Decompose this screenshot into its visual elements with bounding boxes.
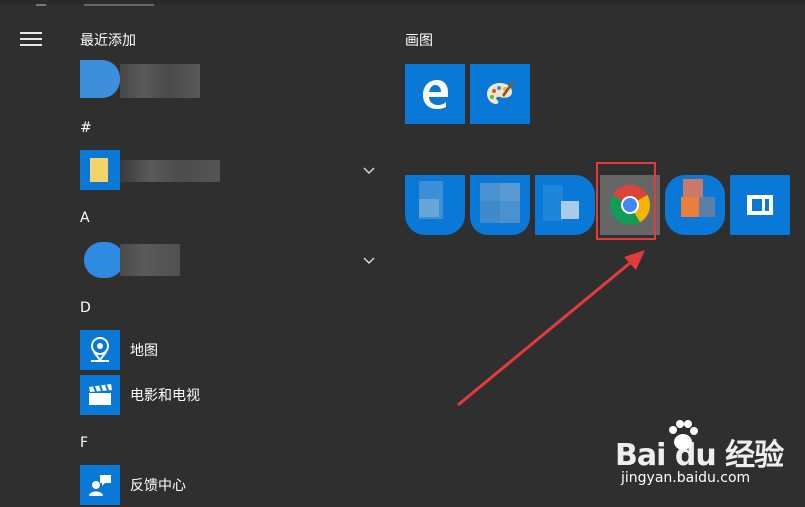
app-label-feedback-hub: 反馈中心 bbox=[130, 478, 186, 494]
top-strip-fragment-2 bbox=[84, 0, 154, 6]
top-strip bbox=[0, 0, 805, 6]
blurred-tile-1[interactable] bbox=[405, 175, 465, 235]
blurred-tile-4[interactable] bbox=[665, 175, 725, 235]
feedback-hub-icon bbox=[80, 465, 120, 505]
app-movies-tv[interactable]: 电影和电视 bbox=[80, 375, 200, 415]
maps-icon bbox=[80, 330, 120, 370]
app-label-movies-tv: 电影和电视 bbox=[130, 388, 200, 404]
watermark-brand: Bai du 经验 bbox=[615, 438, 784, 473]
paw-icon bbox=[669, 420, 698, 450]
recent-app-blurred[interactable] bbox=[80, 60, 200, 98]
window-tile[interactable] bbox=[730, 175, 790, 235]
watermark-url: jingyan.baidu.com bbox=[621, 470, 751, 486]
app-feedback-hub[interactable]: 反馈中心 bbox=[80, 465, 186, 505]
hamburger-menu-icon[interactable] bbox=[20, 32, 42, 48]
group-letter-a[interactable]: A bbox=[80, 210, 90, 226]
chevron-down-icon[interactable] bbox=[362, 164, 376, 178]
clapperboard-icon bbox=[80, 375, 120, 415]
chevron-down-icon[interactable] bbox=[362, 254, 376, 268]
group-letter-d[interactable]: D bbox=[80, 300, 91, 316]
tile-group-title[interactable]: 画图 bbox=[405, 30, 433, 50]
folder-app-blurred[interactable] bbox=[80, 150, 220, 190]
folder-icon bbox=[90, 158, 108, 182]
top-strip-fragment-1 bbox=[36, 0, 46, 6]
baidu-watermark: Bai du 经验 jingyan.baidu.com bbox=[615, 420, 795, 490]
a-app-blurred[interactable] bbox=[80, 240, 180, 280]
chrome-highlight-box bbox=[596, 162, 656, 240]
blurred-tile-2[interactable] bbox=[470, 175, 530, 235]
group-letter-f[interactable]: F bbox=[80, 435, 88, 451]
blurred-tile-3[interactable] bbox=[535, 175, 595, 235]
edge-icon bbox=[423, 80, 448, 109]
paint-palette-icon bbox=[487, 81, 514, 104]
app-label-maps: 地图 bbox=[130, 343, 158, 359]
paint-tile[interactable] bbox=[470, 64, 530, 124]
edge-tile[interactable] bbox=[405, 64, 465, 124]
recent-header: 最近添加 bbox=[80, 33, 136, 49]
app-maps[interactable]: 地图 bbox=[80, 330, 158, 370]
group-letter-hash[interactable]: # bbox=[80, 120, 92, 136]
window-icon bbox=[747, 195, 773, 215]
